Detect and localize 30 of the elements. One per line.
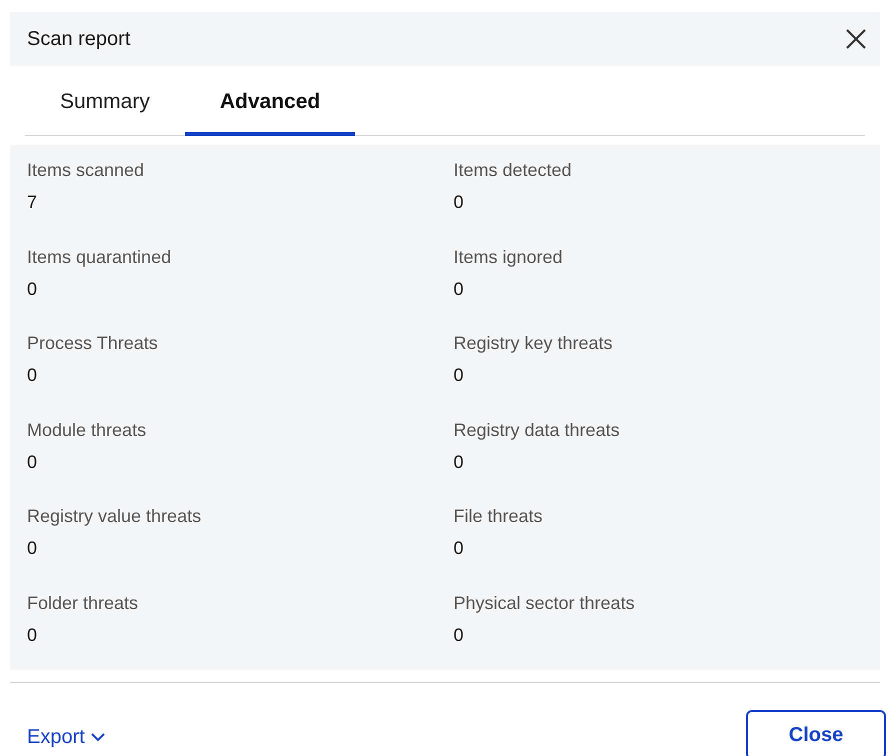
stat-label: Physical sector threats — [454, 592, 635, 614]
stat-label: File threats — [454, 505, 543, 528]
stat-label: Process Threats — [27, 332, 158, 354]
stat-label: Items scanned — [27, 159, 144, 181]
stat-value: 0 — [27, 364, 38, 386]
stat-value: 0 — [454, 364, 464, 386]
stat-label: Folder threats — [27, 592, 138, 614]
stat-value: 0 — [27, 624, 38, 646]
stat-label: Registry data threats — [454, 418, 620, 441]
stat-label: Items detected — [454, 159, 572, 181]
stat-label: Registry value threats — [27, 505, 202, 528]
stat-label: Registry key threats — [454, 332, 613, 354]
stat-label: Items ignored — [454, 246, 563, 268]
stat-value: 0 — [454, 537, 464, 560]
stat-value: 0 — [27, 537, 38, 560]
stat-value: 0 — [454, 191, 464, 213]
chevron-down-icon — [90, 732, 105, 742]
tab[interactable]: Summary — [25, 86, 185, 136]
stat-value: 0 — [27, 450, 38, 473]
window-title: Scan report — [27, 27, 130, 52]
stat-value: 0 — [454, 624, 464, 646]
stat-label: Items quarantined — [27, 246, 172, 268]
stat-label: Module threats — [27, 418, 146, 441]
tab[interactable]: Advanced — [184, 86, 356, 136]
stat-value: 0 — [454, 278, 464, 300]
export-button[interactable]: Export — [27, 722, 105, 752]
stat-value: 0 — [454, 450, 464, 473]
stat-value: 0 — [27, 278, 38, 300]
close-button[interactable]: Close — [746, 710, 886, 756]
stat-value: 7 — [27, 191, 38, 213]
